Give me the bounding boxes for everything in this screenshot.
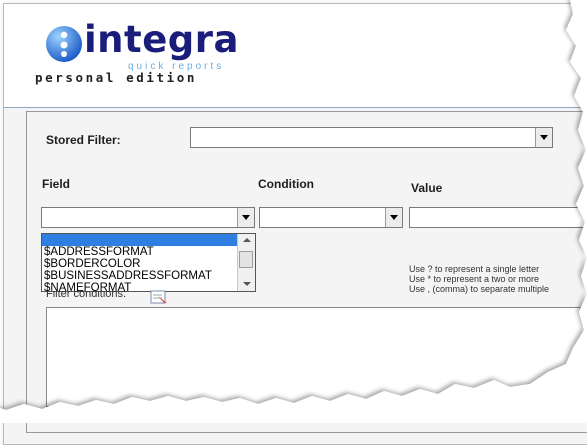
dropdown-item[interactable]: $BORDERCOLOR	[42, 258, 255, 270]
field-combo[interactable]	[41, 207, 255, 228]
filter-conditions-box[interactable]	[46, 307, 587, 407]
dropdown-scrollbar[interactable]	[237, 234, 255, 291]
condition-label: Condition	[258, 177, 314, 191]
edit-filter-icon[interactable]	[148, 290, 170, 304]
scroll-up-icon[interactable]	[238, 234, 255, 247]
hint-line-3: Use , (comma) to separate multiple	[409, 284, 550, 294]
dropdown-item[interactable]	[42, 234, 255, 246]
value-input[interactable]	[409, 207, 587, 228]
chevron-down-icon[interactable]	[385, 208, 402, 227]
chevron-down-icon[interactable]	[237, 208, 254, 227]
filter-conditions-label: Filter conditions:	[46, 291, 127, 300]
integra-logo-icon	[46, 26, 82, 62]
scroll-down-icon[interactable]	[238, 278, 255, 291]
condition-combo[interactable]	[259, 207, 403, 228]
dropdown-item[interactable]: $BUSINESSADDRESSFORMAT	[42, 270, 255, 282]
stored-filter-label: Stored Filter:	[46, 133, 121, 147]
header-banner: integra quick reports personal edition	[4, 4, 587, 108]
stored-filter-combo[interactable]	[190, 127, 553, 148]
hint-line-1: Use ? to represent a single letter	[409, 264, 540, 274]
field-label: Field	[42, 177, 71, 191]
dropdown-item[interactable]: $ADDRESSFORMAT	[42, 246, 255, 258]
chevron-down-icon[interactable]	[535, 128, 552, 147]
value-label: Value	[411, 181, 443, 195]
logo-edition: personal edition	[35, 70, 198, 85]
logo-wordmark: integra	[84, 18, 240, 61]
scroll-thumb[interactable]	[239, 251, 253, 268]
hint-line-2: Use * to represent a two or more	[409, 274, 540, 284]
field-dropdown-list[interactable]: $ADDRESSFORMAT $BORDERCOLOR $BUSINESSADD…	[41, 233, 256, 292]
